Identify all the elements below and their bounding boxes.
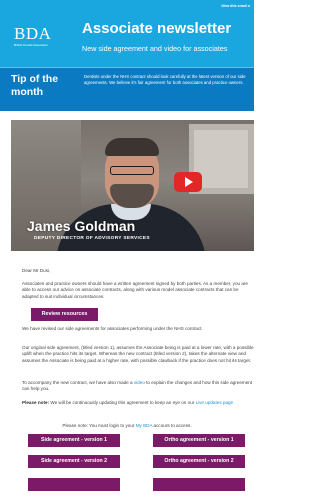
logo-mark: BDA [14,24,52,43]
note-text: We will be continuously updating this ag… [49,400,196,405]
live-updates-link[interactable]: Live updates page [196,400,234,405]
video-link[interactable]: video [134,380,145,385]
review-resources-button[interactable]: Review resources [31,308,98,321]
video-thumbnail[interactable]: James Goldman DEPUTY DIRECTOR OF ADVISOR… [11,120,254,251]
intro-paragraph: Associates and practice owners should ha… [22,281,248,299]
login-note-text-end: account to access. [152,423,192,428]
view-in-browser-link[interactable]: View this email o [221,4,250,8]
bda-logo[interactable]: BDA British Dental Association [14,25,68,48]
newsletter-header: View this email o BDA British Dental Ass… [0,0,254,67]
salutation: Dear Mr Dusi, [22,268,51,273]
newsletter-subtitle: New side agreement and video for associa… [82,44,228,53]
tip-text: Dentists under the NHS contract should l… [84,74,246,86]
presenter-name: James Goldman [27,218,136,234]
note-paragraph: Please note: We will be continuously upd… [22,400,254,406]
video-window-pane [194,130,248,188]
additional-download-button[interactable] [153,478,245,491]
additional-download-button[interactable] [28,478,120,491]
login-note-text: Please note: You must login to your [62,423,136,428]
login-note: Please note: You must login to your My B… [0,423,254,428]
presenter-role: DEPUTY DIRECTOR OF ADVISORY SERVICES [34,236,150,241]
tip-of-the-month-bar: Tip of the month Dentists under the NHS … [0,67,254,111]
newsletter-email: View this email o BDA British Dental Ass… [0,0,254,497]
ortho-agreement-v2-button[interactable]: Ortho agreement - version 2 [153,455,245,468]
revised-paragraph: We have revised our side agreements for … [22,326,203,331]
video-paragraph-text: To accompany the new contract, we have a… [22,380,134,385]
newsletter-title: Associate newsletter [82,20,232,37]
presenter-hair [105,138,159,156]
presenter-glasses [110,166,154,175]
versions-paragraph: Our original side agreement, (titled ver… [22,345,254,363]
play-icon [185,177,193,187]
side-agreement-v1-button[interactable]: Side agreement - version 1 [28,434,120,447]
ortho-agreement-v1-button[interactable]: Ortho agreement - version 1 [153,434,245,447]
logo-subtitle: British Dental Association [14,43,48,47]
my-bda-link[interactable]: My BDA [136,423,153,428]
video-paragraph: To accompany the new contract, we have a… [22,380,254,393]
note-label: Please note: [22,400,50,405]
play-button[interactable] [174,172,202,192]
tip-label: Tip of the month [11,73,59,98]
side-agreement-v2-button[interactable]: Side agreement - version 2 [28,455,120,468]
